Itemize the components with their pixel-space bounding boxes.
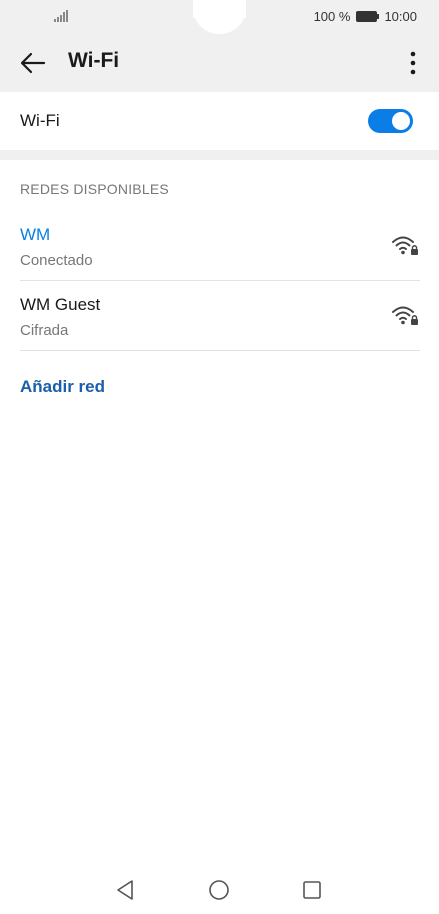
section-header: REDES DISPONIBLES xyxy=(20,181,169,197)
network-item-wm-guest[interactable]: WM Guest Cifrada xyxy=(0,281,439,351)
wifi-locked-icon xyxy=(392,236,418,255)
toggle-knob xyxy=(392,112,410,130)
status-right: 100 % 10:00 xyxy=(314,9,417,24)
back-arrow-icon[interactable] xyxy=(18,48,48,78)
add-network-button[interactable]: Añadir red xyxy=(20,377,105,397)
battery-icon xyxy=(356,11,380,22)
network-name: WM xyxy=(20,225,51,244)
list-divider xyxy=(20,350,420,351)
network-name: WM Guest xyxy=(20,295,101,314)
network-status: Cifrada xyxy=(20,322,69,339)
section-divider xyxy=(0,150,439,160)
signal-icon xyxy=(54,10,68,22)
nav-back-icon[interactable] xyxy=(113,878,137,902)
wifi-toggle-row[interactable]: Wi-Fi xyxy=(0,92,439,150)
wifi-locked-icon xyxy=(392,306,418,325)
nav-recent-icon[interactable] xyxy=(300,878,324,902)
nav-home-icon[interactable] xyxy=(207,878,231,902)
battery-percent: 100 % xyxy=(313,9,351,24)
network-status: Conectado xyxy=(20,252,93,269)
camera-notch xyxy=(193,0,246,34)
network-item-wm[interactable]: WM Conectado xyxy=(0,211,439,281)
wifi-toggle-label: Wi-Fi xyxy=(20,111,60,130)
wifi-toggle-switch[interactable] xyxy=(368,109,413,133)
more-vert-icon[interactable] xyxy=(405,48,421,78)
page-title: Wi-Fi xyxy=(68,49,120,72)
screen: 100 % 10:00 Wi-Fi Wi-Fi REDES DISPONIBLE… xyxy=(0,0,439,914)
app-bar: Wi-Fi xyxy=(0,34,439,92)
status-bar: 100 % 10:00 xyxy=(0,0,439,34)
clock: 10:00 xyxy=(384,9,417,24)
